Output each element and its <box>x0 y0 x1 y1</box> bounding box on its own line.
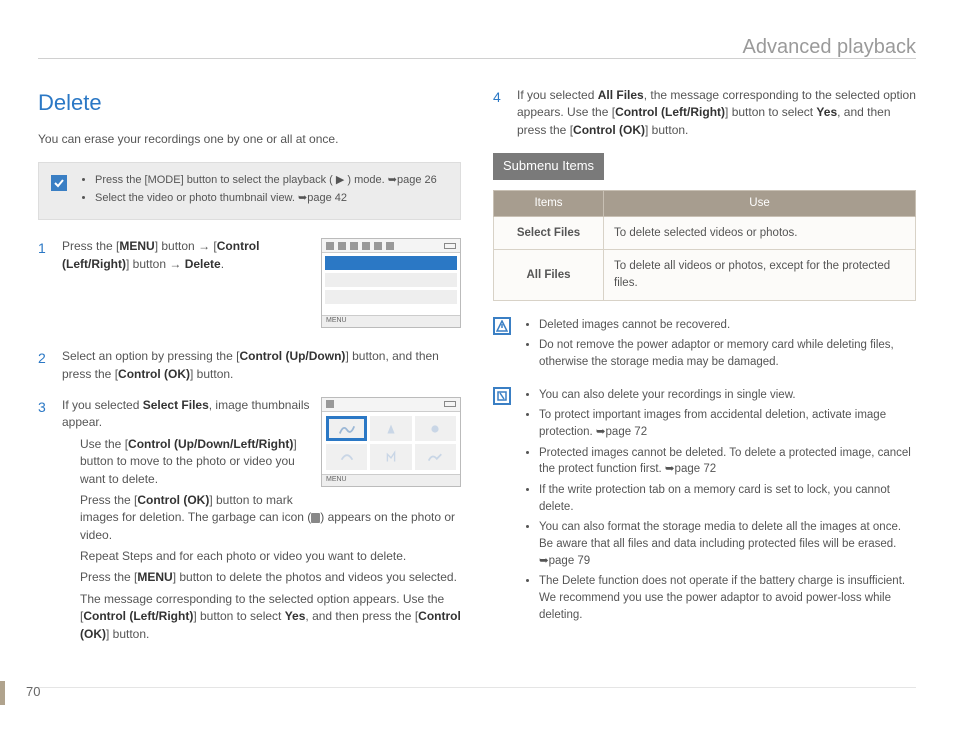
step-1: 1 MENU Pr <box>38 238 461 334</box>
tip-item: You can also delete your recordings in s… <box>539 387 916 404</box>
left-column: Delete You can erase your recordings one… <box>38 87 461 657</box>
warning-block: Deleted images cannot be recovered. Do n… <box>493 317 916 375</box>
right-column: 4 If you selected All Files, the message… <box>493 87 916 657</box>
note-item: Select the video or photo thumbnail view… <box>95 191 437 207</box>
table-header-items: Items <box>494 191 604 217</box>
section-title: Advanced playback <box>743 33 916 62</box>
step-number: 4 <box>493 87 507 139</box>
tip-item: You can also format the storage media to… <box>539 519 916 569</box>
footer-rule <box>34 687 916 688</box>
tip-item: The Delete function does not operate if … <box>539 573 916 623</box>
warning-item: Do not remove the power adaptor or memor… <box>539 337 916 370</box>
step-number: 3 <box>38 397 52 643</box>
table-header-use: Use <box>604 191 916 217</box>
step-number: 1 <box>38 238 52 334</box>
submenu-table: Items Use Select Files To delete selecte… <box>493 190 916 301</box>
note-item: Press the [MODE] button to select the pl… <box>95 173 437 189</box>
tip-item: Protected images cannot be deleted. To d… <box>539 445 916 478</box>
page-title: Delete <box>38 87 461 119</box>
warning-icon <box>493 317 511 335</box>
note-box: Press the [MODE] button to select the pl… <box>38 162 461 220</box>
table-row: Select Files To delete selected videos o… <box>494 216 916 250</box>
tip-item: If the write protection tab on a memory … <box>539 482 916 515</box>
header-divider: Advanced playback <box>38 58 916 59</box>
tip-item: To protect important images from acciden… <box>539 407 916 440</box>
step-4: 4 If you selected All Files, the message… <box>493 87 916 139</box>
battery-icon <box>444 243 456 249</box>
tips-block: You can also delete your recordings in s… <box>493 387 916 628</box>
note-icon <box>493 387 511 405</box>
lcd-figure-thumbnails: MENU <box>321 397 461 487</box>
step-number: 2 <box>38 348 52 383</box>
table-row: All Files To delete all videos or photos… <box>494 250 916 300</box>
fig-menu-label: MENU <box>322 315 460 327</box>
step-3: 3 <box>38 397 461 643</box>
battery-icon <box>444 401 456 407</box>
lcd-figure-menu: MENU <box>321 238 461 328</box>
warning-item: Deleted images cannot be recovered. <box>539 317 916 334</box>
submenu-heading: Submenu Items <box>493 153 604 180</box>
page-number-bar: 70 <box>0 683 46 702</box>
step-2: 2 Select an option by pressing the [Cont… <box>38 348 461 383</box>
check-icon <box>51 175 67 191</box>
page-number: 70 <box>0 683 40 702</box>
intro-text: You can erase your recordings one by one… <box>38 131 461 148</box>
trash-icon <box>311 513 320 523</box>
fig-menu-label: MENU <box>322 474 460 486</box>
